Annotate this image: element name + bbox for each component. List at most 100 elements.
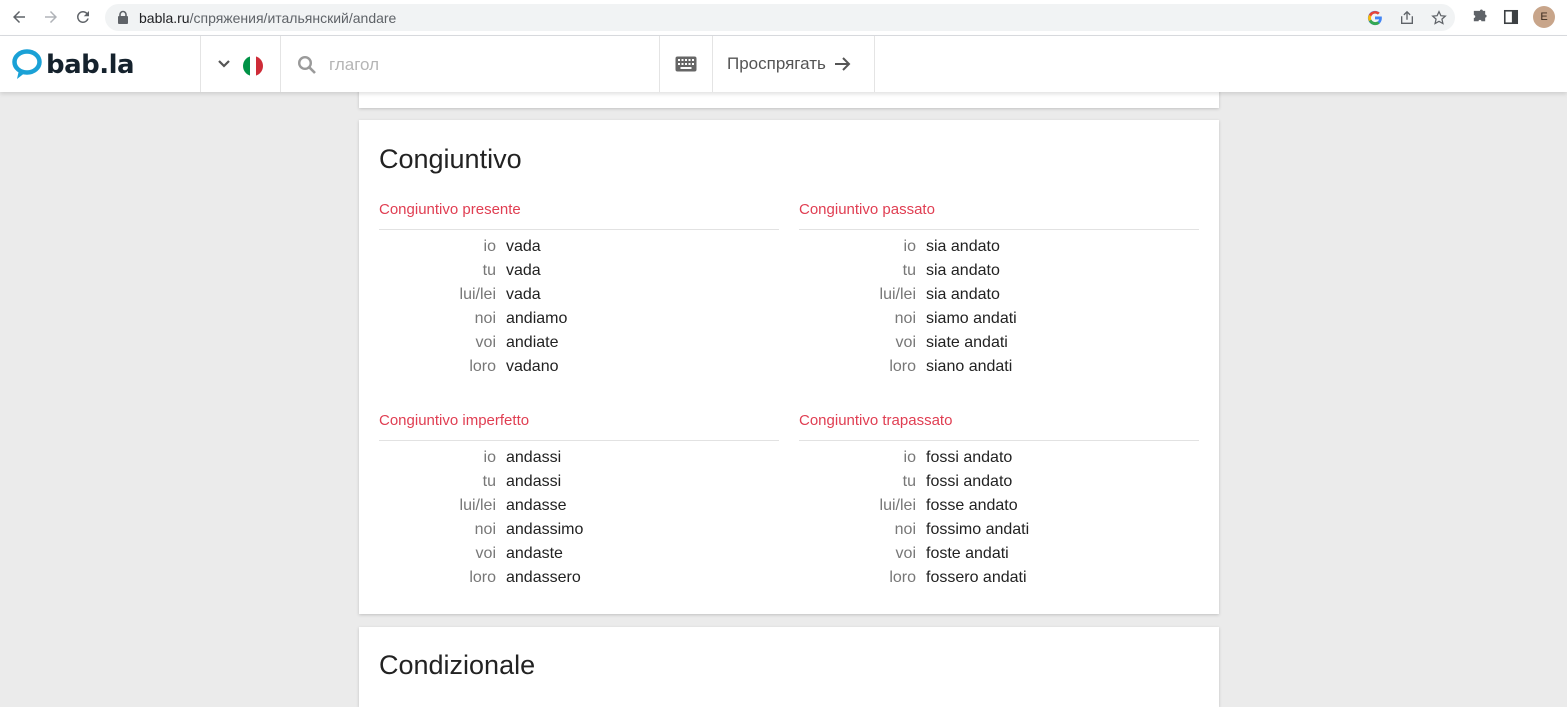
conjugation-list: io sia andato tu sia andato lui/lei sia andat… [799, 235, 1199, 379]
side-panel-icon[interactable] [1502, 8, 1520, 26]
conjugation-row: tu vada [379, 259, 779, 283]
pronoun: voi [475, 334, 496, 351]
pronoun: noi [894, 521, 916, 538]
conjugation-row: loro siano andati [799, 355, 1199, 379]
tense-block-passato: Congiuntivo passato io sia andato tu sia an… [799, 200, 1199, 379]
conjugation-row: tu fossi andato [799, 470, 1199, 494]
conjugate-button[interactable]: Проспрягать [713, 36, 874, 92]
forward-button[interactable] [35, 1, 67, 33]
verb-form: foste andati [926, 545, 1009, 562]
reload-button[interactable] [67, 1, 99, 33]
conjugation-row: voi siate andati [799, 331, 1199, 355]
verb-form: siate andati [926, 334, 1008, 351]
conjugation-row: voi andiate [379, 331, 779, 355]
profile-avatar[interactable]: E [1533, 6, 1555, 28]
url-text: babla.ru/спряжения/итальянский/andare [139, 10, 396, 26]
verb-form: vada [506, 286, 541, 303]
verb-form: andassi [506, 473, 562, 490]
condizionale-card: Condizionale [359, 627, 1219, 707]
extensions-puzzle-icon[interactable] [1470, 8, 1488, 26]
section-title: Congiuntivo [379, 144, 522, 174]
verb-form: fossimo andati [926, 521, 1030, 538]
verb-form: andassero [506, 569, 581, 586]
conjugation-row: lui/lei vada [379, 283, 779, 307]
search-box [281, 36, 659, 92]
conjugation-row: noi andassimo [379, 518, 779, 542]
arrow-right-icon [45, 11, 57, 23]
babla-logo[interactable]: bab.la [12, 49, 135, 81]
verb-form: andasse [506, 497, 567, 514]
site-header: bab.la Проспрягать [0, 36, 1567, 92]
conjugation-row: tu andassi [379, 470, 779, 494]
conjugation-row: voi foste andati [799, 542, 1199, 566]
google-translate-icon[interactable] [1366, 9, 1384, 27]
browser-toolbar: babla.ru/спряжения/итальянский/andare E [0, 0, 1567, 36]
conjugation-row: lui/lei andasse [379, 494, 779, 518]
conjugation-row: noi fossimo andati [799, 518, 1199, 542]
verb-form: fossi andato [926, 449, 1013, 466]
lock-icon [118, 10, 128, 24]
pronoun: tu [902, 473, 916, 490]
bookmark-star-icon[interactable] [1430, 9, 1448, 27]
verb-form: siano andati [926, 358, 1013, 375]
tense-title: Congiuntivo presente [379, 200, 779, 230]
conjugation-row: io sia andato [799, 235, 1199, 259]
pronoun: noi [894, 310, 916, 327]
pronoun: voi [475, 545, 496, 562]
pronoun: voi [895, 334, 916, 351]
conjugation-row: loro vadano [379, 355, 779, 379]
tense-title: Congiuntivo trapassato [799, 411, 1199, 441]
keyboard-icon [675, 56, 697, 72]
pronoun: loro [469, 358, 496, 375]
conjugation-row: noi andiamo [379, 307, 779, 331]
pronoun: lui/lei [879, 286, 916, 303]
verb-search-input[interactable] [327, 50, 651, 80]
conjugation-row: loro fossero andati [799, 566, 1199, 590]
pronoun: tu [482, 473, 496, 490]
conjugation-list: io fossi andato tu fossi andato lui/lei fosse… [799, 446, 1199, 590]
tense-title: Congiuntivo passato [799, 200, 1199, 230]
verb-form: andassi [506, 449, 562, 466]
pronoun: loro [889, 569, 916, 586]
pronoun: loro [469, 569, 496, 586]
verb-form: andassimo [506, 521, 584, 538]
pronoun: noi [474, 310, 496, 327]
conjugation-row: noi siamo andati [799, 307, 1199, 331]
tense-block-imperfetto: Congiuntivo imperfetto io andassi tu andass… [379, 411, 779, 590]
verb-form: sia andato [926, 238, 1000, 255]
verb-form: siamo andati [926, 310, 1017, 327]
tense-title: Congiuntivo imperfetto [379, 411, 779, 441]
pronoun: tu [482, 262, 496, 279]
speech-bubble-icon [12, 49, 42, 79]
back-button[interactable] [3, 1, 35, 33]
section-title: Condizionale [379, 650, 536, 680]
verb-form: fossero andati [926, 569, 1027, 586]
pronoun: noi [474, 521, 496, 538]
italian-flag-icon [243, 56, 263, 76]
arrow-left-icon [13, 11, 25, 23]
search-icon [297, 55, 316, 74]
pronoun: io [483, 449, 496, 466]
verb-form: vadano [506, 358, 559, 375]
conjugation-row: lui/lei sia andato [799, 283, 1199, 307]
share-icon[interactable] [1398, 9, 1416, 27]
conjugation-row: loro andassero [379, 566, 779, 590]
verb-form: fosse andato [926, 497, 1018, 514]
keyboard-button[interactable] [660, 36, 712, 92]
verb-form: andiate [506, 334, 559, 351]
language-selector[interactable] [201, 36, 280, 92]
verb-form: fossi andato [926, 473, 1013, 490]
conjugation-row: io fossi andato [799, 446, 1199, 470]
address-bar[interactable]: babla.ru/спряжения/итальянский/andare [105, 4, 1455, 31]
verb-form: vada [506, 238, 541, 255]
pronoun: io [903, 238, 916, 255]
congiuntivo-card: Congiuntivo Congiuntivo presente io vada t… [359, 120, 1219, 614]
conjugation-row: io vada [379, 235, 779, 259]
verb-form: sia andato [926, 262, 1000, 279]
logo-text: bab.la [46, 50, 135, 80]
verb-form: andaste [506, 545, 563, 562]
conjugation-list: io andassi tu andassi lui/lei andasse noi andas… [379, 446, 779, 590]
verb-form: sia andato [926, 286, 1000, 303]
url-host: babla.ru [139, 10, 190, 26]
pronoun: lui/lei [459, 286, 496, 303]
